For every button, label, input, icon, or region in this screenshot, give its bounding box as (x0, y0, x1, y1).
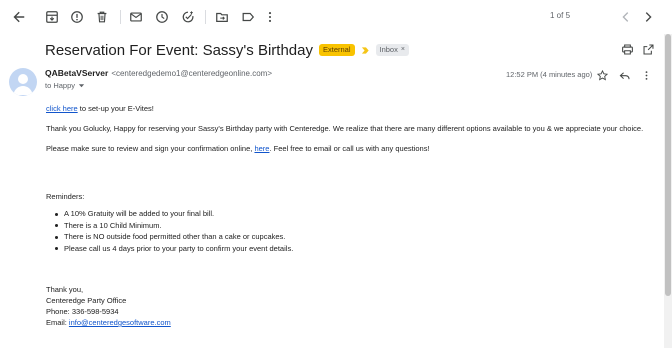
external-label-badge: External (318, 44, 355, 56)
email-label: Email: (46, 318, 69, 327)
labels-icon[interactable] (240, 9, 256, 25)
contact-email-line: Email: info@centeredgesoftware.com (46, 318, 171, 327)
archive-icon[interactable] (44, 9, 60, 25)
sender-name[interactable]: QABetaVServer (45, 68, 108, 78)
scrollbar-track[interactable] (664, 34, 672, 348)
evite-line: click here to set-up your E-Vites! (46, 104, 154, 113)
reminders-list: A 10% Gratuity will be added to your fin… (46, 208, 293, 254)
confirmation-link[interactable]: here (254, 144, 269, 153)
confirmation-text-pre: Please make sure to review and sign your… (46, 144, 255, 153)
importance-marker-icon[interactable] (361, 46, 370, 55)
open-in-new-window-icon[interactable] (641, 42, 655, 56)
older-chevron-right-icon[interactable] (640, 9, 656, 25)
subject-row: Reservation For Event: Sassy's Birthday … (45, 40, 409, 60)
delete-icon[interactable] (94, 9, 110, 25)
toolbar-divider (205, 10, 206, 24)
list-item: Please call us 4 days prior to your part… (46, 243, 293, 255)
office-name: Centeredge Party Office (46, 296, 127, 305)
toolbar-divider (120, 10, 121, 24)
chevron-down-icon (78, 84, 85, 88)
reply-icon[interactable] (618, 69, 630, 81)
confirmation-line: Please make sure to review and sign your… (46, 144, 430, 153)
list-item: A 10% Gratuity will be added to your fin… (46, 208, 293, 220)
snooze-icon[interactable] (154, 9, 170, 25)
more-vert-icon[interactable] (262, 9, 278, 25)
confirmation-text-post: . Feel free to email or call us with any… (269, 144, 430, 153)
evite-line-text: to set-up your E-Vites! (77, 104, 154, 113)
message-timestamp: 12:52 PM (4 minutes ago) (506, 70, 593, 79)
avatar[interactable] (9, 68, 37, 96)
add-to-tasks-icon[interactable] (180, 9, 196, 25)
pagination-count: 1 of 5 (550, 11, 571, 20)
evite-setup-link[interactable]: click here (46, 104, 78, 113)
remove-label-button[interactable]: × (401, 45, 405, 55)
phone-number: Phone: 336-598-5934 (46, 307, 119, 316)
star-icon[interactable] (596, 69, 608, 81)
inbox-label-text: Inbox (379, 45, 398, 54)
sender-email: <centeredgedemo1@centeredgeonline.com> (111, 69, 272, 78)
email-subject: Reservation For Event: Sassy's Birthday (45, 41, 313, 59)
toolbar: 1 of 5 (0, 0, 672, 34)
signoff: Thank you, (46, 285, 84, 294)
recipients-toggle[interactable]: to Happy (45, 81, 85, 90)
reminders-heading: Reminders: (46, 192, 85, 201)
back-arrow-icon[interactable] (11, 9, 27, 25)
list-item: There is NO outside food permitted other… (46, 231, 293, 243)
move-to-icon[interactable] (214, 9, 230, 25)
newer-chevron-left-icon[interactable] (618, 9, 634, 25)
mark-unread-icon[interactable] (128, 9, 144, 25)
sender-line: QABetaVServer <centeredgedemo1@centeredge… (45, 68, 272, 78)
recipient-text: to Happy (45, 81, 76, 90)
print-icon[interactable] (620, 42, 634, 56)
thank-you-paragraph: Thank you Golucky, Happy for reserving y… (46, 124, 644, 133)
inbox-label-chip: Inbox × (375, 44, 409, 56)
message-more-vert-icon[interactable] (640, 69, 652, 81)
contact-email-link[interactable]: info@centeredgesoftware.com (69, 318, 171, 327)
scrollbar-thumb[interactable] (665, 34, 671, 296)
list-item: There is a 10 Child Minimum. (46, 220, 293, 232)
report-spam-icon[interactable] (69, 9, 85, 25)
